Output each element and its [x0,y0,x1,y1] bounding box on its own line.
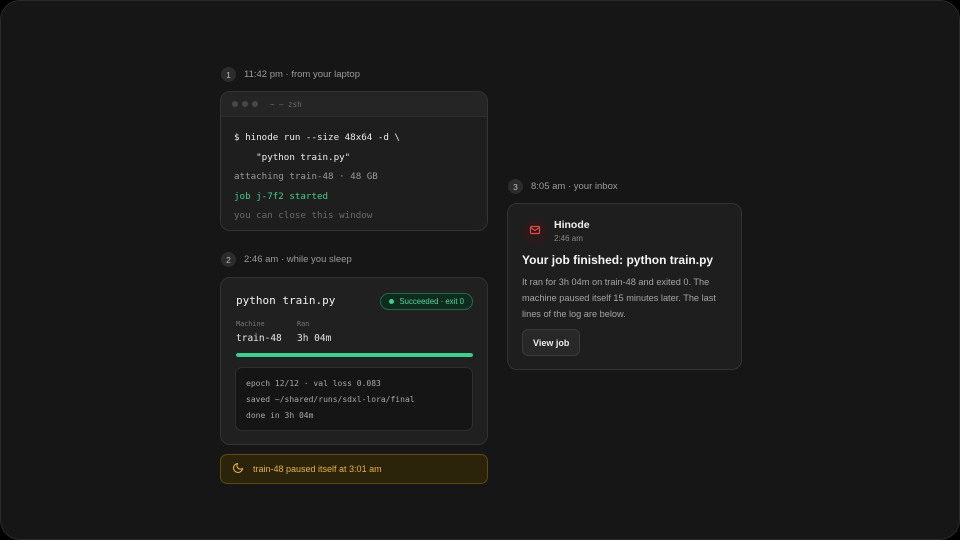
status-text: Succeeded · exit 0 [399,297,464,306]
progress-bar [236,353,473,357]
step-label: 8:05 am · your inbox [531,181,618,192]
step-3-header: 3 8:05 am · your inbox [508,179,618,194]
email-sender: Hinode [554,219,590,231]
step-1-header: 1 11:42 pm · from your laptop [221,67,360,82]
job-card[interactable]: python train.py Succeeded · exit 0 Machi… [220,277,488,445]
step-number: 2 [221,252,236,267]
progress-fill [236,353,473,357]
terminal-title: ~ — zsh [270,99,302,109]
email-subject: Your job finished: python train.py [522,253,714,267]
window-close-dot[interactable] [232,101,238,107]
step-label: 11:42 pm · from your laptop [244,69,360,80]
log-line: done in 3h 04m [246,411,314,420]
job-title: python train.py [236,294,336,307]
app-frame: 1 11:42 pm · from your laptop ~ — zsh $ … [0,0,960,540]
terminal-line: attaching train-48 · 48 GB [234,171,378,182]
step-label: 2:46 am · while you sleep [244,254,352,265]
email-time: 2:46 am [554,234,583,243]
machine-label: Machine [236,320,265,328]
ran-label: Ran [297,320,310,328]
terminal-body: $ hinode run --size 48x64 -d \ "python t… [221,117,487,230]
avatar [523,220,547,244]
terminal-titlebar: ~ — zsh [221,92,487,117]
machine-meta: Machine train-48 [236,320,282,344]
moon-icon [232,462,244,476]
machine-value: train-48 [236,333,282,344]
status-badge: Succeeded · exit 0 [380,293,473,310]
status-dot-icon [389,299,395,304]
terminal-line: "python train.py" [234,151,351,163]
log-line: epoch 12/12 · val loss 0.083 [246,379,381,388]
step-2-header: 2 2:46 am · while you sleep [221,252,352,267]
terminal-line: job j-7f2 started [234,190,329,202]
terminal-window: ~ — zsh $ hinode run --size 48x64 -d \ "… [220,91,488,231]
step-number: 1 [221,67,236,82]
email-card[interactable]: Hinode 2:46 am Your job finished: python… [507,203,742,370]
view-job-button[interactable]: View job [522,329,581,356]
window-maximize-dot[interactable] [252,101,258,107]
log-line: saved ~/shared/runs/sdxl-lora/final [246,395,415,404]
pause-notice: train-48 paused itself at 3:01 am [220,454,488,484]
ran-value: 3h 04m [297,333,332,344]
email-body: It ran for 3h 04m on train-48 and exited… [522,277,716,319]
mail-icon [529,223,541,241]
terminal-line: you can close this window [234,210,373,221]
runtime-meta: Ran 3h 04m [297,320,331,344]
log-output: epoch 12/12 · val loss 0.083 saved ~/sha… [235,367,473,431]
terminal-line: $ hinode run --size 48x64 -d \ [234,132,400,143]
window-minimize-dot[interactable] [242,101,248,107]
pause-notice-text: train-48 paused itself at 3:01 am [253,464,382,474]
step-number: 3 [508,179,523,194]
